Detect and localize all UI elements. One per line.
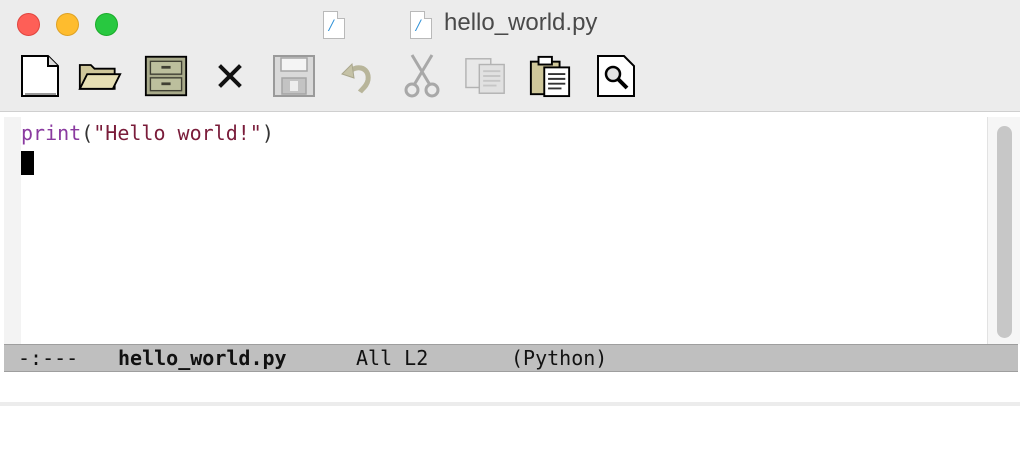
keyword-token: print [21, 121, 82, 145]
clipboard-icon [529, 55, 571, 98]
scissors-icon [404, 54, 440, 98]
window-bottom-edge [0, 402, 1020, 406]
vertical-scrollbar[interactable] [987, 117, 1020, 344]
window-titlebar: / / hello_world.py [0, 0, 1020, 112]
string-token: "Hello world!" [93, 121, 262, 145]
proxy-document-glyph: / [416, 18, 421, 34]
open-paren-token: ( [81, 121, 94, 145]
close-paren-token: ) [261, 121, 274, 145]
paste-button[interactable] [528, 53, 572, 99]
save-button[interactable] [272, 53, 316, 99]
document-glyph: / [329, 18, 334, 34]
text-cursor [21, 151, 34, 175]
magnifier-icon [597, 55, 635, 97]
floppy-disk-icon [273, 55, 315, 97]
modeline-status: -:--- [18, 346, 79, 370]
title-area: / / hello_world.py [0, 8, 1020, 42]
document-icon: / [323, 11, 345, 39]
search-button[interactable] [594, 53, 638, 99]
open-file-button[interactable] [78, 53, 122, 99]
editor-text-area[interactable]: print("Hello world!") [4, 117, 987, 344]
undo-arrow-icon [341, 62, 371, 94]
modeline-buffer-name[interactable]: hello_world.py [118, 345, 287, 371]
modeline-major-mode[interactable]: (Python) [511, 345, 607, 371]
file-cabinet-icon [144, 55, 188, 97]
new-file-button[interactable] [18, 53, 62, 99]
code-line-1: print("Hello world!") [21, 119, 274, 147]
copy-button[interactable] [464, 53, 508, 99]
open-directory-button[interactable] [144, 53, 188, 99]
copy-icon [465, 58, 505, 94]
mode-line: -:--- hello_world.py All L2 (Python) [4, 344, 1018, 372]
close-buffer-button[interactable] [208, 53, 252, 99]
proxy-document-icon[interactable]: / [410, 11, 432, 39]
scrollbar-thumb[interactable] [997, 126, 1012, 338]
window-title: hello_world.py [444, 9, 598, 36]
open-folder-icon [78, 64, 122, 90]
cut-button[interactable] [400, 53, 444, 99]
close-x-icon [218, 64, 242, 88]
undo-button[interactable] [336, 53, 380, 99]
minibuffer[interactable] [4, 372, 987, 402]
new-file-icon [21, 55, 59, 97]
modeline-position: All L2 [356, 346, 429, 370]
